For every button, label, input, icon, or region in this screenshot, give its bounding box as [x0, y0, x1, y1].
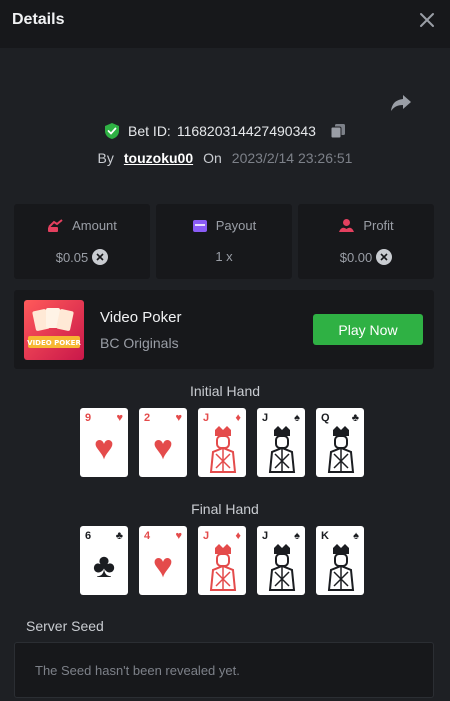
- card-rank: J: [262, 530, 269, 542]
- details-header: Details: [0, 0, 450, 48]
- amount-stat: Amount $0.05: [14, 204, 150, 279]
- card-suit-small: ♥: [175, 412, 182, 424]
- card-suit-small: ♠: [294, 412, 300, 424]
- card-rank: J: [262, 412, 269, 424]
- card-suit-large: ♥: [152, 547, 174, 585]
- payout-value: 1 x: [215, 249, 233, 264]
- copy-icon[interactable]: [330, 123, 346, 139]
- playing-card: 2 ♥ ♥: [139, 408, 187, 477]
- card-rank: 6: [85, 530, 92, 542]
- card-rank: K: [321, 530, 329, 542]
- card-suit-small: ♦: [235, 412, 241, 424]
- amount-label: Amount: [72, 218, 117, 233]
- card-suit-large: ♥: [152, 429, 174, 467]
- bet-id-label: Bet ID:: [128, 123, 171, 139]
- card-rank: Q: [321, 412, 330, 424]
- initial-hand: 9 ♥ ♥ 2 ♥ ♥ J ♦ J ♠ Q ♣: [80, 408, 364, 477]
- face-card-art: [327, 426, 355, 473]
- on-label: On: [203, 150, 222, 166]
- bet-datetime: 2023/2/14 23:26:51: [231, 150, 353, 166]
- card-suit-small: ♥: [116, 412, 123, 424]
- bet-author-row: By touzoku00 On 2023/2/14 23:26:51: [0, 148, 450, 168]
- share-icon[interactable]: [389, 90, 413, 114]
- server-seed-placeholder: The Seed hasn't been revealed yet.: [35, 663, 240, 678]
- amount-value: $0.05: [55, 249, 89, 265]
- playing-card: Q ♣: [316, 408, 364, 477]
- playing-card: J ♦: [198, 526, 246, 595]
- profit-stat: Profit $0.00: [298, 204, 434, 279]
- final-hand-label: Final Hand: [191, 501, 259, 517]
- coin-icon: [376, 249, 393, 265]
- playing-card: 9 ♥ ♥: [80, 408, 128, 477]
- payout-label: Payout: [215, 218, 257, 233]
- final-hand: 6 ♣ ♣ 4 ♥ ♥ J ♦ J ♠ K ♠: [80, 526, 364, 595]
- card-suit-large: ♣: [92, 547, 116, 585]
- playing-card: J ♠: [257, 408, 305, 477]
- card-suit-large: ♥: [93, 429, 115, 467]
- playing-card: 6 ♣ ♣: [80, 526, 128, 595]
- face-card-art: [209, 544, 237, 591]
- bet-id-value: 116820314427490343: [176, 123, 316, 139]
- face-card-art: [209, 426, 237, 473]
- by-label: By: [97, 150, 114, 166]
- payout-stat: Payout 1 x: [156, 204, 292, 279]
- card-rank: 2: [144, 412, 151, 424]
- username-link[interactable]: touzoku00: [124, 150, 193, 166]
- shield-icon: [105, 123, 120, 139]
- initial-hand-label: Initial Hand: [189, 383, 261, 399]
- game-provider: BC Originals: [100, 335, 179, 351]
- card-suit-small: ♣: [115, 530, 123, 542]
- card-suit-small: ♠: [294, 530, 300, 542]
- playing-card: J ♠: [257, 526, 305, 595]
- bet-stats: Amount $0.05 Payout 1 x Profit $0.00: [14, 204, 434, 279]
- profit-label: Profit: [363, 218, 394, 233]
- game-name: Video Poker: [100, 309, 182, 326]
- svg-text:VIDEO POKER: VIDEO POKER: [27, 339, 81, 347]
- card-rank: 4: [144, 530, 151, 542]
- game-card: VIDEO POKER Video Poker BC Originals Pla…: [14, 290, 434, 369]
- card-rank: J: [203, 530, 210, 542]
- server-seed-field: The Seed hasn't been revealed yet.: [14, 642, 434, 698]
- card-rank: 9: [85, 412, 92, 424]
- wallet-icon: [192, 219, 207, 232]
- playing-card: K ♠: [316, 526, 364, 595]
- close-icon[interactable]: [416, 9, 438, 31]
- profit-icon: [339, 219, 355, 232]
- face-card-art: [268, 426, 296, 473]
- server-seed-label: Server Seed: [26, 618, 104, 634]
- face-card-art: [327, 544, 355, 591]
- amount-icon: [48, 219, 63, 232]
- bet-id-row: Bet ID: 116820314427490343: [0, 121, 450, 141]
- card-suit-small: ♥: [175, 530, 182, 542]
- playing-card: J ♦: [198, 408, 246, 477]
- card-suit-small: ♦: [235, 530, 241, 542]
- coin-icon: [92, 249, 109, 265]
- card-rank: J: [203, 412, 210, 424]
- profit-value: $0.00: [339, 249, 373, 265]
- game-thumbnail[interactable]: VIDEO POKER: [24, 300, 84, 360]
- playing-card: 4 ♥ ♥: [139, 526, 187, 595]
- play-now-button[interactable]: Play Now: [313, 314, 423, 345]
- card-suit-small: ♠: [353, 530, 359, 542]
- card-suit-small: ♣: [351, 412, 359, 424]
- page-title: Details: [12, 11, 65, 28]
- face-card-art: [268, 544, 296, 591]
